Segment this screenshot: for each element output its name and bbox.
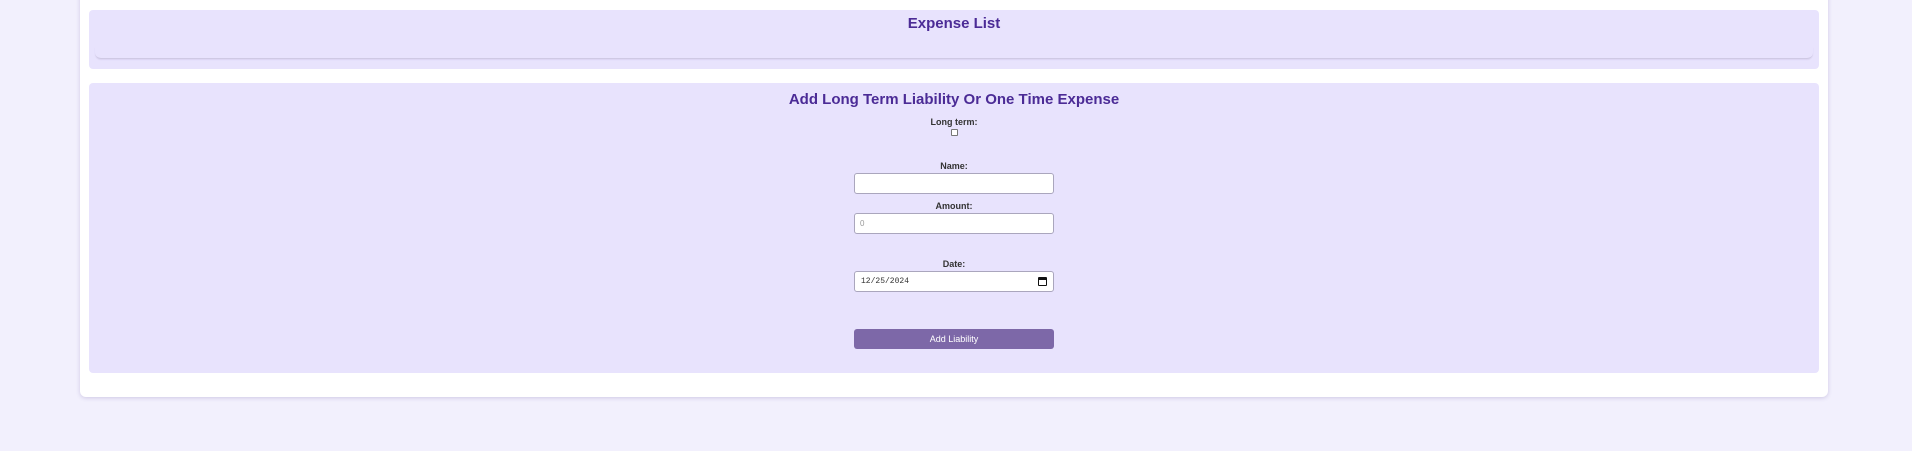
add-liability-form: Add Long Term Liability Or One Time Expe… [89, 83, 1819, 373]
name-input[interactable] [854, 173, 1054, 194]
add-liability-button[interactable]: Add Liability [854, 329, 1054, 349]
expense-list-title: Expense List [907, 15, 1001, 32]
calendar-icon[interactable] [1038, 277, 1047, 286]
expense-list-panel: Expense List [89, 10, 1819, 69]
long-term-label: Long term: [930, 117, 978, 127]
add-liability-title: Add Long Term Liability Or One Time Expe… [788, 91, 1120, 108]
amount-input[interactable] [854, 213, 1054, 234]
name-label: Name: [940, 161, 968, 171]
date-label: Date: [942, 259, 966, 269]
long-term-checkbox[interactable] [951, 129, 958, 136]
amount-label: Amount: [935, 201, 973, 211]
date-input[interactable]: 12/25/2024 [854, 271, 1054, 292]
expense-list-container [95, 47, 1813, 59]
date-value: 12/25/2024 [861, 277, 910, 286]
